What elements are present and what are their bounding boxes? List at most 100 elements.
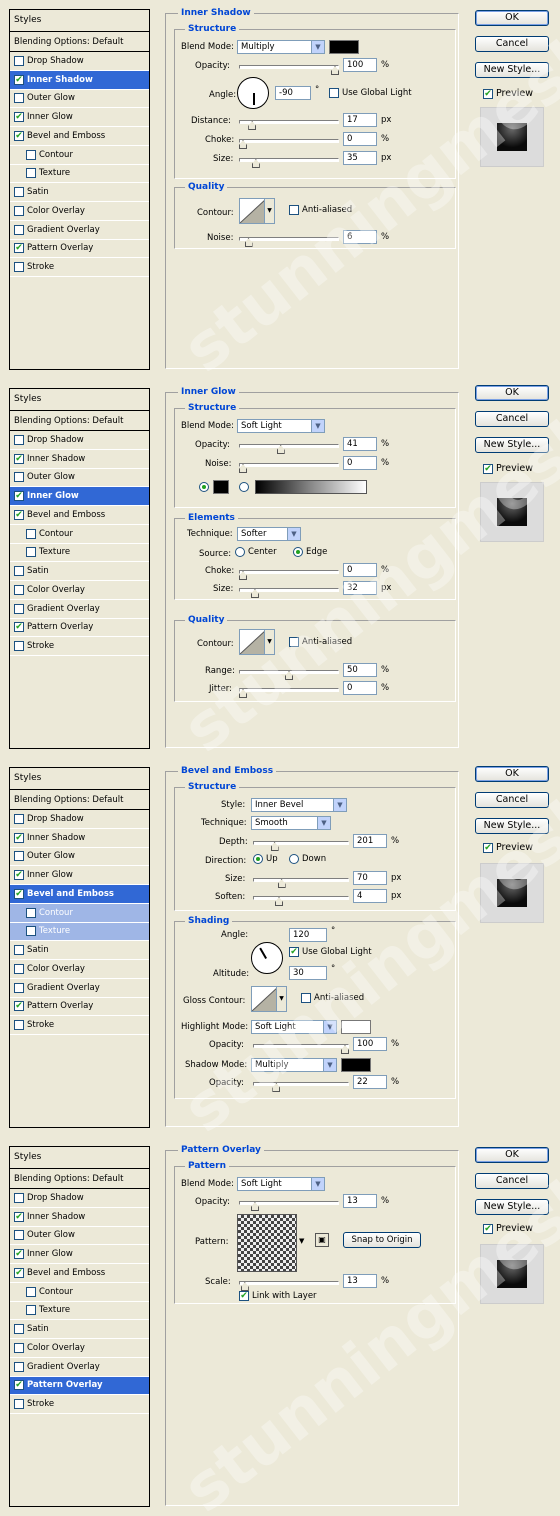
style-checkbox[interactable] (14, 205, 24, 216)
size-slider[interactable] (239, 588, 339, 598)
style-item-satin[interactable]: Satin (10, 562, 149, 581)
slider-thumb[interactable] (239, 464, 247, 473)
cancel-button[interactable]: Cancel (475, 1173, 549, 1189)
noise-slider[interactable] (239, 463, 339, 473)
choke-input[interactable]: 0 (343, 563, 377, 577)
slider-thumb[interactable] (239, 140, 247, 149)
style-checkbox[interactable] (26, 528, 36, 539)
slider-thumb[interactable] (341, 1045, 349, 1054)
slider-thumb[interactable] (239, 689, 247, 698)
angle-dial[interactable] (251, 942, 283, 974)
style-item-satin[interactable]: Satin (10, 941, 149, 960)
style-checkbox[interactable] (26, 1286, 36, 1297)
highlight-mode-select[interactable]: Soft Light ▼ (251, 1020, 337, 1034)
style-checkbox[interactable] (14, 851, 24, 862)
opacity-input[interactable]: 100 (343, 58, 377, 72)
style-item-color-overlay[interactable]: Color Overlay (10, 581, 149, 600)
style-checkbox[interactable] (14, 434, 24, 445)
preview-checkbox[interactable]: Preview (483, 88, 533, 99)
ok-button[interactable]: OK (475, 1147, 549, 1163)
style-checkbox[interactable] (26, 149, 36, 160)
slider-thumb[interactable] (250, 1202, 259, 1211)
style-item-pattern-overlay[interactable]: Pattern Overlay (10, 998, 149, 1017)
distance-slider[interactable] (239, 120, 339, 130)
style-checkbox[interactable] (14, 888, 24, 899)
style-checkbox[interactable] (14, 963, 24, 974)
cancel-button[interactable]: Cancel (475, 792, 549, 808)
style-item-inner-shadow[interactable]: Inner Shadow (10, 70, 149, 90)
snap-to-origin-button[interactable]: Snap to Origin (343, 1232, 421, 1248)
style-checkbox[interactable] (14, 622, 24, 633)
style-item-stroke[interactable]: Stroke (10, 258, 149, 277)
ok-button[interactable]: OK (475, 10, 549, 26)
blending-options[interactable]: Blending Options: Default (10, 411, 149, 431)
size-slider[interactable] (253, 878, 349, 888)
style-item-bevel-and-emboss[interactable]: Bevel and Emboss (10, 1264, 149, 1283)
style-checkbox[interactable] (14, 130, 24, 141)
style-checkbox[interactable] (14, 491, 24, 502)
preview-checkbox[interactable]: Preview (483, 842, 533, 853)
style-checkbox[interactable] (14, 832, 24, 843)
link-with-layer-checkbox[interactable]: Link with Layer (239, 1291, 317, 1301)
style-checkbox[interactable] (14, 1230, 24, 1241)
style-checkbox[interactable] (14, 1342, 24, 1353)
gradient-picker[interactable] (255, 480, 367, 494)
color-radio[interactable] (199, 482, 209, 492)
style-checkbox[interactable] (14, 1211, 24, 1222)
style-item-drop-shadow[interactable]: Drop Shadow (10, 52, 149, 71)
style-item-contour[interactable]: Contour (10, 903, 149, 923)
style-item-color-overlay[interactable]: Color Overlay (10, 202, 149, 221)
global-light-checkbox[interactable]: Use Global Light (289, 947, 372, 957)
anti-aliased-checkbox[interactable]: Anti-aliased (289, 637, 352, 647)
pattern-swatch[interactable] (237, 1214, 297, 1272)
edge-radio[interactable]: Edge (293, 547, 327, 557)
blend-mode-select[interactable]: Soft Light ▼ (237, 1177, 325, 1191)
style-item-inner-glow[interactable]: Inner Glow (10, 487, 149, 506)
soften-slider[interactable] (253, 896, 349, 906)
preview-checkbox[interactable]: Preview (483, 463, 533, 474)
style-checkbox[interactable] (14, 187, 24, 198)
slider-thumb[interactable] (285, 671, 293, 680)
noise-input[interactable]: 0 (343, 456, 377, 470)
slider-thumb[interactable] (272, 1083, 281, 1092)
depth-slider[interactable] (253, 841, 349, 851)
blending-options[interactable]: Blending Options: Default (10, 32, 149, 52)
style-item-color-overlay[interactable]: Color Overlay (10, 1339, 149, 1358)
anti-aliased-checkbox[interactable]: Anti-aliased (301, 993, 364, 1003)
style-item-stroke[interactable]: Stroke (10, 1395, 149, 1414)
style-item-gradient-overlay[interactable]: Gradient Overlay (10, 979, 149, 998)
style-item-outer-glow[interactable]: Outer Glow (10, 848, 149, 867)
global-light-checkbox[interactable]: Use Global Light (329, 88, 412, 98)
contour-picker[interactable]: ▼ (239, 198, 275, 224)
scale-slider[interactable] (239, 1281, 339, 1291)
new-preset-icon[interactable]: ▣ (315, 1233, 329, 1247)
style-item-inner-shadow[interactable]: Inner Shadow (10, 829, 149, 848)
depth-input[interactable]: 201 (353, 834, 387, 848)
noise-slider[interactable] (239, 237, 339, 247)
style-checkbox[interactable] (14, 1249, 24, 1260)
style-checkbox[interactable] (14, 641, 24, 652)
style-item-inner-shadow[interactable]: Inner Shadow (10, 1208, 149, 1227)
center-radio[interactable]: Center (235, 547, 277, 557)
highlight-opacity-slider[interactable] (253, 1044, 349, 1054)
ok-button[interactable]: OK (475, 385, 549, 401)
angle-dial[interactable] (237, 77, 269, 109)
style-item-texture[interactable]: Texture (10, 922, 149, 942)
style-checkbox[interactable] (14, 472, 24, 483)
style-item-drop-shadow[interactable]: Drop Shadow (10, 1189, 149, 1208)
new-style-button[interactable]: New Style... (475, 818, 549, 834)
style-item-outer-glow[interactable]: Outer Glow (10, 90, 149, 109)
slider-thumb[interactable] (248, 121, 257, 130)
style-item-gradient-overlay[interactable]: Gradient Overlay (10, 600, 149, 619)
style-checkbox[interactable] (14, 509, 24, 520)
range-slider[interactable] (239, 670, 339, 680)
blending-options[interactable]: Blending Options: Default (10, 790, 149, 810)
scale-input[interactable]: 13 (343, 1274, 377, 1288)
range-input[interactable]: 50 (343, 663, 377, 677)
opacity-slider[interactable] (239, 65, 339, 75)
style-checkbox[interactable] (14, 1001, 24, 1012)
style-item-contour[interactable]: Contour (10, 525, 149, 544)
slider-thumb[interactable] (251, 159, 260, 168)
down-radio[interactable]: Down (289, 854, 326, 864)
style-checkbox[interactable] (14, 566, 24, 577)
